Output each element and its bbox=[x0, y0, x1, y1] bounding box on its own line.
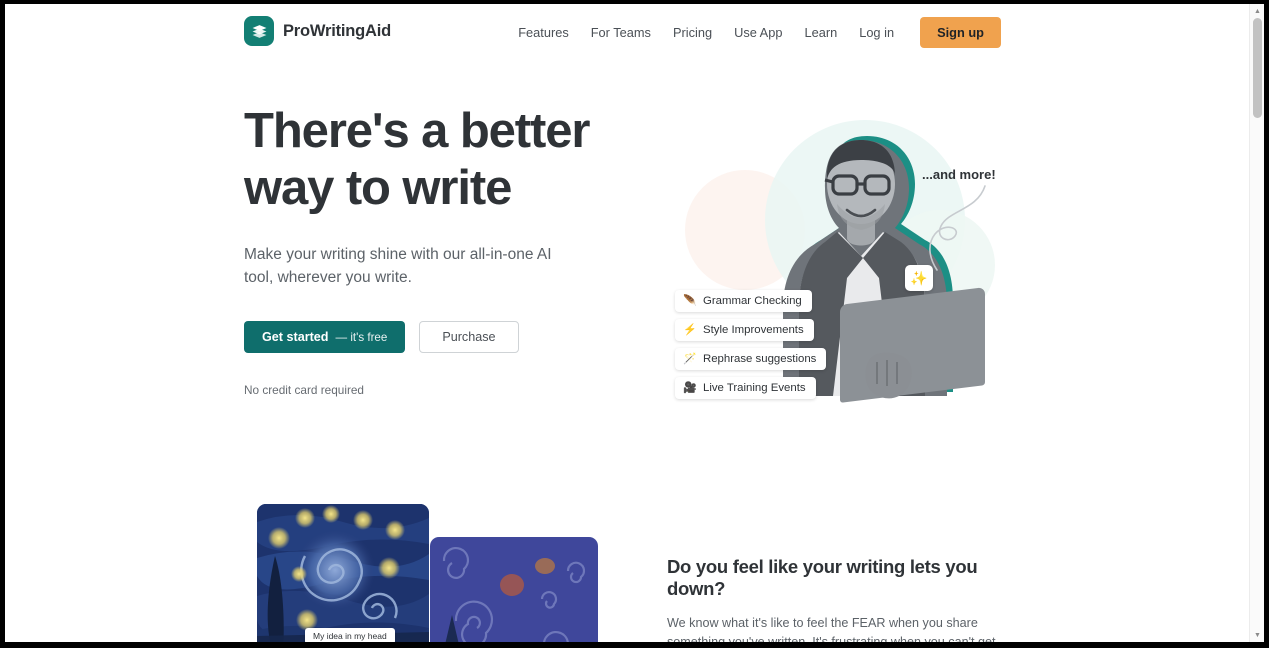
nav-link-for-teams[interactable]: For Teams bbox=[580, 19, 662, 46]
window-right-border bbox=[1264, 0, 1269, 648]
hero-subtitle: Make your writing shine with our all-in-… bbox=[244, 246, 552, 286]
hero-actions: Get started — it's free Purchase bbox=[244, 321, 644, 353]
lightning-bolt-icon: ⚡ bbox=[683, 323, 697, 336]
badge-label: Grammar Checking bbox=[703, 295, 802, 307]
site-header: ProWritingAid Features For Teams Pricing… bbox=[5, 4, 1249, 60]
and-more-annotation: ...and more! bbox=[922, 167, 996, 182]
hand-graphic bbox=[865, 352, 912, 399]
sign-up-button[interactable]: Sign up bbox=[920, 17, 1001, 48]
badge-label: Style Improvements bbox=[703, 324, 804, 336]
brand-logo[interactable]: ProWritingAid bbox=[244, 16, 391, 46]
nav-link-features[interactable]: Features bbox=[507, 19, 580, 46]
film-camera-icon: 🎥 bbox=[683, 381, 697, 394]
badge-label: Rephrase suggestions bbox=[703, 353, 817, 365]
feature-badge-list: 🪶 Grammar Checking ⚡ Style Improvements … bbox=[675, 290, 827, 399]
page-scrollbar[interactable]: ▲ ▼ bbox=[1249, 4, 1264, 642]
book-layers-icon bbox=[244, 16, 274, 46]
section2-body: We know what it's like to feel the FEAR … bbox=[667, 616, 996, 642]
nav-link-pricing[interactable]: Pricing bbox=[662, 19, 723, 46]
writing-lets-you-down-section: My idea in my head Do you feel like your… bbox=[5, 494, 1249, 642]
starry-night-image: My idea in my head bbox=[257, 504, 429, 642]
badge-label: Live Training Events bbox=[703, 382, 806, 394]
hero-illustration: ...and more! ✨ 🪶 Grammar Checking ⚡ Styl… bbox=[665, 110, 1045, 450]
get-started-button[interactable]: Get started — it's free bbox=[244, 321, 406, 353]
scrollbar-thumb[interactable] bbox=[1253, 18, 1262, 118]
nav-link-use-app[interactable]: Use App bbox=[723, 19, 793, 46]
section2-illustration: My idea in my head bbox=[244, 494, 604, 642]
blue-doodle-panel bbox=[430, 537, 598, 642]
purchase-button[interactable]: Purchase bbox=[419, 321, 519, 353]
badge-live-training-events: 🎥 Live Training Events bbox=[675, 377, 816, 399]
hero-title-line-1: There's a better bbox=[244, 104, 590, 158]
badge-grammar-checking: 🪶 Grammar Checking bbox=[675, 290, 812, 312]
browser-frame: ProWritingAid Features For Teams Pricing… bbox=[0, 0, 1269, 648]
page-viewport: ProWritingAid Features For Teams Pricing… bbox=[5, 4, 1264, 642]
brand-name: ProWritingAid bbox=[283, 21, 392, 40]
badge-style-improvements: ⚡ Style Improvements bbox=[675, 319, 814, 341]
pointer-curve-icon bbox=[929, 185, 986, 271]
hero-section: There's a better way to write Make your … bbox=[5, 60, 1249, 480]
nav-link-log-in[interactable]: Log in bbox=[848, 19, 905, 46]
get-started-suffix: — it's free bbox=[335, 330, 388, 344]
hero-copy: There's a better way to write Make your … bbox=[244, 103, 644, 397]
hero-title-line-2: way to write bbox=[244, 161, 512, 215]
sparkles-icon: ✨ bbox=[905, 265, 933, 291]
section2-copy: Do you feel like your writing lets you d… bbox=[667, 556, 1017, 642]
badge-rephrase-suggestions: 🪄 Rephrase suggestions bbox=[675, 348, 827, 370]
starry-caption: My idea in my head bbox=[305, 628, 395, 642]
window-bottom-border bbox=[0, 642, 1269, 648]
main-navigation: Features For Teams Pricing Use App Learn… bbox=[507, 17, 1001, 48]
scroll-up-arrow-icon[interactable]: ▲ bbox=[1250, 4, 1264, 18]
scroll-down-arrow-icon[interactable]: ▼ bbox=[1250, 628, 1264, 642]
nav-link-learn[interactable]: Learn bbox=[793, 19, 848, 46]
feather-pen-icon: 🪶 bbox=[683, 294, 697, 307]
magic-wand-icon: 🪄 bbox=[683, 352, 697, 365]
hero-title: There's a better way to write bbox=[244, 103, 644, 217]
no-credit-card-note: No credit card required bbox=[244, 383, 364, 397]
section2-title: Do you feel like your writing lets you d… bbox=[667, 556, 978, 599]
get-started-label: Get started bbox=[262, 330, 329, 344]
